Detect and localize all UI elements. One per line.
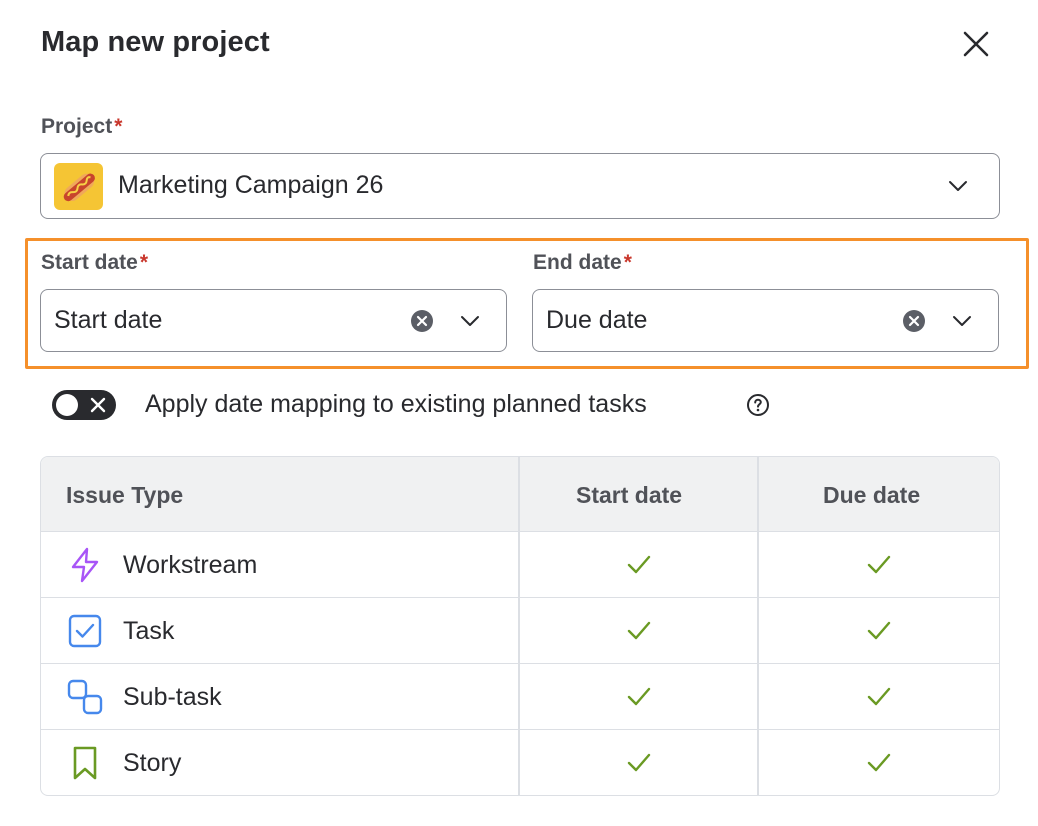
apply-mapping-label: Apply date mapping to existing planned t… bbox=[145, 390, 647, 418]
table-row: Task bbox=[41, 598, 999, 664]
checkbox-icon bbox=[67, 613, 103, 649]
subtask-icon bbox=[67, 679, 103, 715]
column-header-issue-type: Issue Type bbox=[66, 482, 184, 508]
start-date-value: Start date bbox=[54, 306, 163, 334]
hotdog-icon bbox=[63, 173, 95, 201]
close-icon bbox=[963, 31, 989, 57]
project-select[interactable]: Marketing Campaign 26 bbox=[40, 153, 1000, 219]
end-date-value: Due date bbox=[546, 306, 648, 334]
cross-icon bbox=[90, 397, 106, 413]
issue-type-table: Issue Type Start date Due date Workstrea… bbox=[40, 456, 1000, 796]
table-row: Story bbox=[41, 730, 999, 795]
bookmark-icon bbox=[67, 745, 103, 781]
check-icon bbox=[867, 687, 891, 706]
clear-icon[interactable] bbox=[410, 309, 434, 333]
required-mark: * bbox=[139, 251, 149, 274]
column-header-start-date: Start date bbox=[576, 482, 683, 508]
project-label: Project* bbox=[41, 115, 123, 138]
issue-type-label: Task bbox=[123, 617, 175, 645]
check-icon bbox=[867, 753, 891, 772]
table-row: Sub-task bbox=[41, 664, 999, 730]
check-icon bbox=[627, 753, 651, 772]
clear-icon[interactable] bbox=[902, 309, 926, 333]
apply-mapping-toggle[interactable] bbox=[52, 390, 116, 420]
end-date-select[interactable]: Due date bbox=[532, 289, 999, 352]
check-icon bbox=[867, 621, 891, 640]
check-icon bbox=[627, 687, 651, 706]
toggle-knob bbox=[56, 394, 78, 416]
close-button[interactable] bbox=[958, 26, 994, 62]
chevron-down-icon[interactable] bbox=[950, 309, 974, 333]
dialog-title: Map new project bbox=[41, 26, 270, 58]
chevron-down-icon[interactable] bbox=[946, 174, 970, 198]
issue-type-label: Workstream bbox=[123, 551, 258, 579]
table-row: Workstream bbox=[41, 532, 999, 598]
end-date-label: End date* bbox=[533, 251, 632, 274]
chevron-down-icon[interactable] bbox=[458, 309, 482, 333]
required-mark: * bbox=[114, 115, 123, 138]
check-icon bbox=[627, 621, 651, 640]
check-icon bbox=[867, 555, 891, 574]
column-header-due-date: Due date bbox=[823, 482, 921, 508]
help-icon[interactable] bbox=[746, 393, 770, 417]
issue-type-label: Story bbox=[123, 749, 182, 777]
project-avatar bbox=[54, 163, 103, 210]
issue-type-label: Sub-task bbox=[123, 683, 222, 711]
project-value: Marketing Campaign 26 bbox=[118, 171, 384, 199]
check-icon bbox=[627, 555, 651, 574]
start-date-label: Start date* bbox=[41, 251, 149, 274]
required-mark: * bbox=[623, 251, 632, 274]
table-header: Issue Type Start date Due date bbox=[41, 457, 999, 532]
lightning-icon bbox=[67, 547, 103, 583]
start-date-select[interactable]: Start date bbox=[40, 289, 507, 352]
